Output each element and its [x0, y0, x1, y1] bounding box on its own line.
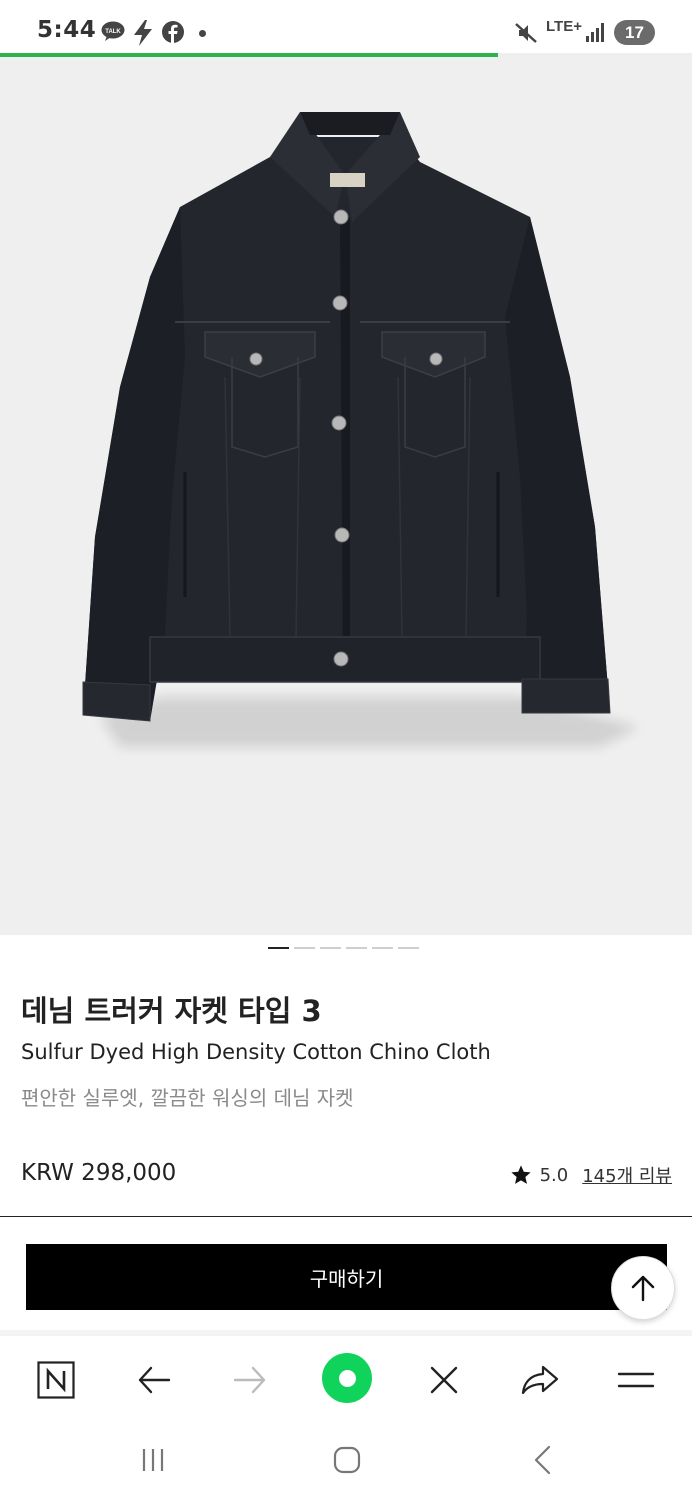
share-button[interactable]	[516, 1356, 564, 1404]
carousel-dot[interactable]	[320, 947, 341, 949]
share-icon	[521, 1365, 559, 1395]
carousel-dot[interactable]	[372, 947, 393, 949]
bolt-icon	[134, 20, 152, 46]
battery-indicator: 17	[614, 20, 655, 45]
close-button[interactable]	[420, 1356, 468, 1404]
back-icon	[534, 1445, 551, 1475]
mute-icon	[515, 23, 537, 43]
green-circle-icon	[338, 1369, 356, 1387]
carousel-dot[interactable]	[294, 947, 315, 949]
status-time: 5:44	[37, 17, 97, 43]
naver-home-icon	[37, 1361, 75, 1399]
home-icon	[333, 1446, 361, 1474]
green-circle-button[interactable]	[322, 1353, 372, 1403]
dot-icon	[199, 30, 206, 37]
rating: 5.0 145개 리뷰	[510, 1162, 672, 1188]
carousel-dot[interactable]	[268, 947, 289, 949]
star-icon	[510, 1165, 531, 1184]
signal-icon	[586, 23, 604, 42]
forward-arrow-icon	[233, 1366, 266, 1394]
forward-button[interactable]	[226, 1356, 274, 1404]
naver-home-button[interactable]	[32, 1356, 80, 1404]
browser-toolbar	[0, 1336, 692, 1424]
carousel-dots	[268, 947, 419, 949]
system-back-button[interactable]	[522, 1442, 562, 1478]
divider	[0, 1216, 692, 1217]
kakaotalk-icon: TALK	[101, 21, 125, 41]
menu-button[interactable]	[612, 1356, 660, 1404]
product-price: KRW 298,000	[21, 1160, 177, 1186]
carousel-dot[interactable]	[346, 947, 367, 949]
network-type: LTE+	[546, 18, 582, 35]
carousel-dot[interactable]	[398, 947, 419, 949]
review-count-link[interactable]: 145개 리뷰	[582, 1162, 672, 1188]
arrow-up-icon	[631, 1275, 655, 1302]
status-bar: 5:44 TALK LTE+ 17	[0, 0, 692, 56]
svg-text:TALK: TALK	[105, 29, 121, 35]
back-arrow-icon	[138, 1366, 171, 1394]
home-button[interactable]	[327, 1442, 367, 1478]
product-description: 편안한 실루엣, 깔끔한 워싱의 데님 자켓	[21, 1086, 354, 1110]
recent-apps-button[interactable]	[133, 1442, 173, 1478]
jacket-image	[82, 112, 640, 747]
facebook-icon	[162, 21, 184, 43]
buy-button[interactable]: 구매하기	[26, 1244, 667, 1310]
rating-value: 5.0	[539, 1164, 569, 1186]
recent-apps-icon	[142, 1449, 164, 1471]
scroll-to-top-button[interactable]	[611, 1256, 675, 1320]
back-button[interactable]	[130, 1356, 178, 1404]
product-subtitle: Sulfur Dyed High Density Cotton Chino Cl…	[21, 1040, 491, 1064]
product-title: 데님 트러커 자켓 타입 3	[21, 994, 322, 1028]
close-icon	[430, 1366, 458, 1394]
android-nav-bar	[0, 1424, 692, 1500]
product-image[interactable]	[0, 57, 692, 949]
menu-icon	[617, 1372, 655, 1388]
